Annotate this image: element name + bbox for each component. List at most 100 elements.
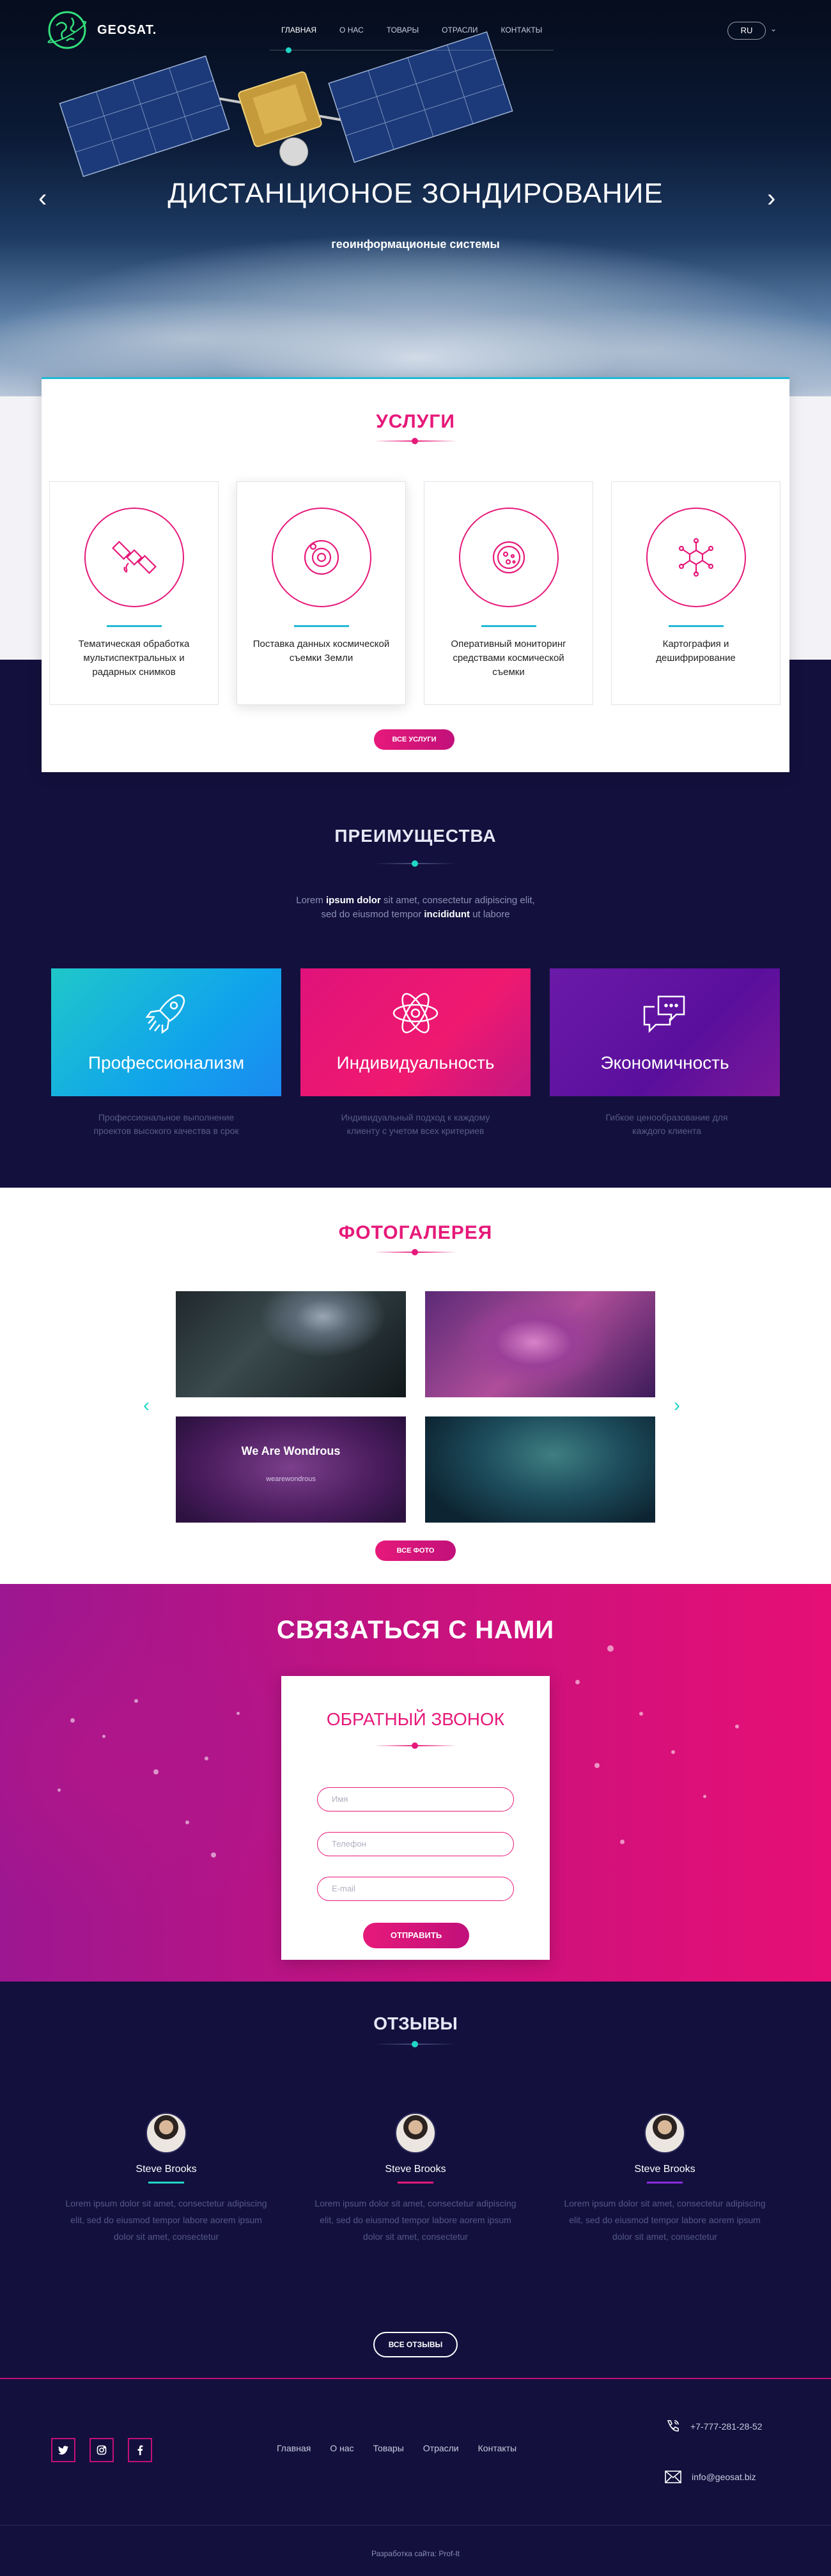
service-card[interactable]: Оперативный мониторинг средствами космич… <box>424 481 593 705</box>
gallery-photo[interactable] <box>425 1291 655 1397</box>
chat-bubbles-icon <box>643 995 685 1034</box>
hero-section: GEOSAT. ГЛАВНАЯ О НАС ТОВАРЫ ОТРАСЛИ КОН… <box>0 0 831 396</box>
gallery-title: ФОТОГАЛЕРЕЯ <box>338 1222 493 1243</box>
footer: Главная О нас Товары Отрасли Контакты +7… <box>0 2378 831 2576</box>
intro-bold: incididunt <box>424 909 470 920</box>
email-field[interactable]: E-mail <box>317 1877 514 1901</box>
review-text: Lorem ipsum dolor sit amet, consectetur … <box>65 2198 267 2242</box>
footer-divider <box>0 2525 831 2526</box>
nav-contacts[interactable]: КОНТАКТЫ <box>490 26 554 35</box>
services-section: УСЛУГИ Тематическая обработка мультиспек… <box>42 377 789 772</box>
review-accent-bar <box>647 2182 683 2184</box>
contact-title: СВЯЗАТЬСЯ С НАМИ <box>276 1616 555 1644</box>
chevron-down-icon[interactable]: ⌄ <box>770 24 777 33</box>
name-field[interactable]: Имя <box>317 1787 514 1812</box>
copyright[interactable]: Разработка сайта: Prof-It <box>0 2549 831 2558</box>
advantage-description: Индивидуальный подход к каждому клиенту … <box>341 1112 490 1136</box>
instagram-icon[interactable] <box>89 2438 114 2462</box>
gallery-prev-arrow-icon[interactable]: ‹ <box>143 1395 150 1416</box>
star-dot <box>703 1795 706 1798</box>
review-card: Steve Brooks Lorem ipsum dolor sit amet,… <box>64 2113 268 2245</box>
page: GEOSAT. ГЛАВНАЯ О НАС ТОВАРЫ ОТРАСЛИ КОН… <box>0 0 831 2576</box>
monitoring-icon <box>458 508 559 607</box>
all-reviews-button[interactable]: ВСЕ ОТЗЫВЫ <box>373 2332 458 2357</box>
avatar <box>146 2113 187 2153</box>
photo-overlay-title: We Are Wondrous <box>241 1445 341 1457</box>
service-label: Картография и дешифрирование <box>656 639 736 663</box>
nav-products[interactable]: ТОВАРЫ <box>375 26 430 35</box>
gallery-photo[interactable] <box>176 1291 406 1397</box>
logo-text: GEOSAT. <box>97 22 157 37</box>
services-divider <box>374 438 457 444</box>
phone-field[interactable]: Телефон <box>317 1832 514 1856</box>
all-photos-button[interactable]: ВСЕ ФОТО <box>375 1540 456 1561</box>
all-services-button[interactable]: ВСЕ УСЛУГИ <box>374 729 454 750</box>
footer-nav-industries[interactable]: Отрасли <box>414 2443 469 2453</box>
gallery-next-arrow-icon[interactable]: › <box>674 1395 680 1416</box>
advantage-card[interactable]: Экономичность <box>550 968 780 1096</box>
card-accent-bar <box>668 625 724 627</box>
service-label: Оперативный мониторинг средствами космич… <box>451 639 566 678</box>
footer-nav-contacts[interactable]: Контакты <box>469 2443 526 2453</box>
footer-nav: Главная О нас Товары Отрасли Контакты <box>267 2443 526 2453</box>
advantage-title: Профессионализм <box>88 1053 245 1073</box>
review-accent-bar <box>148 2182 184 2184</box>
star-dot <box>607 1645 614 1652</box>
advantage-title: Индивидуальность <box>336 1053 495 1073</box>
intro-text: sed do eiusmod tempor <box>321 909 424 920</box>
footer-phone[interactable]: +7-777-281-28-52 <box>665 2419 762 2434</box>
facebook-icon[interactable] <box>128 2438 152 2462</box>
gallery-photo[interactable]: We Are Wondrous wearewondrous <box>176 1416 406 1523</box>
review-accent-bar <box>398 2182 433 2184</box>
footer-nav-products[interactable]: Товары <box>364 2443 414 2453</box>
advantages-title: ПРЕИМУЩЕСТВА <box>334 826 497 846</box>
service-card[interactable]: Поставка данных космической съемки Земли <box>237 481 406 705</box>
review-card: Steve Brooks Lorem ipsum dolor sit amet,… <box>313 2113 518 2245</box>
star-dot <box>153 1769 159 1774</box>
advantage-description: Гибкое ценообразование для каждого клиен… <box>605 1112 728 1136</box>
nav-active-indicator <box>286 47 291 53</box>
logo[interactable]: GEOSAT. <box>43 6 157 54</box>
advantages-divider <box>374 860 457 867</box>
star-dot <box>102 1735 105 1738</box>
mail-icon <box>665 2471 681 2483</box>
star-dot <box>58 1788 61 1792</box>
advantages-intro: Lorem ipsum dolor sit amet, consectetur … <box>0 894 831 922</box>
footer-nav-home[interactable]: Главная <box>267 2443 320 2453</box>
phone-number: +7-777-281-28-52 <box>690 2421 763 2432</box>
service-card[interactable]: Картография и дешифрирование <box>611 481 781 705</box>
advantage-title: Экономичность <box>600 1053 729 1073</box>
advantage-description: Профессиональное выполнение проектов выс… <box>93 1112 239 1136</box>
hero-subtitle: геоинформационые системы <box>331 238 500 251</box>
language-selector[interactable]: RU <box>727 22 766 40</box>
callback-form: ОБРАТНЫЙ ЗВОНОК Имя Телефон E-mail ОТПРА… <box>281 1676 550 1960</box>
rocket-icon <box>145 994 185 1034</box>
nav-about[interactable]: О НАС <box>328 26 375 35</box>
star-dot <box>575 1680 580 1684</box>
earth-clouds <box>0 243 831 396</box>
star-dot <box>620 1840 625 1844</box>
submit-button[interactable]: ОТПРАВИТЬ <box>363 1923 469 1948</box>
reviewer-name: Steve Brooks <box>634 2164 695 2175</box>
nav-home[interactable]: ГЛАВНАЯ <box>270 26 328 35</box>
main-nav: ГЛАВНАЯ О НАС ТОВАРЫ ОТРАСЛИ КОНТАКТЫ <box>270 26 554 35</box>
phone-icon <box>667 2420 679 2432</box>
intro-text: sit amet, consectetur adipiscing elit, <box>380 895 535 906</box>
gallery-photo[interactable] <box>425 1416 655 1523</box>
star-dot <box>205 1757 208 1760</box>
nav-industries[interactable]: ОТРАСЛИ <box>430 26 489 35</box>
footer-email[interactable]: info@geosat.biz <box>665 2471 756 2483</box>
reviews-section: ОТЗЫВЫ Steve Brooks Lorem ipsum dolor si… <box>0 1982 831 2378</box>
footer-nav-about[interactable]: О нас <box>320 2443 363 2453</box>
star-dot <box>594 1763 600 1768</box>
twitter-icon[interactable] <box>51 2438 75 2462</box>
atom-icon <box>392 993 439 1034</box>
gallery-divider <box>374 1249 457 1255</box>
star-dot <box>735 1725 739 1728</box>
advantage-card[interactable]: Индивидуальность <box>300 968 531 1096</box>
service-label: Тематическая обработка мультиспектральны… <box>78 639 190 678</box>
avatar <box>644 2113 685 2153</box>
services-title: УСЛУГИ <box>376 411 455 432</box>
advantage-card[interactable]: Профессионализм <box>51 968 281 1096</box>
service-card[interactable]: Тематическая обработка мультиспектральны… <box>49 481 219 705</box>
